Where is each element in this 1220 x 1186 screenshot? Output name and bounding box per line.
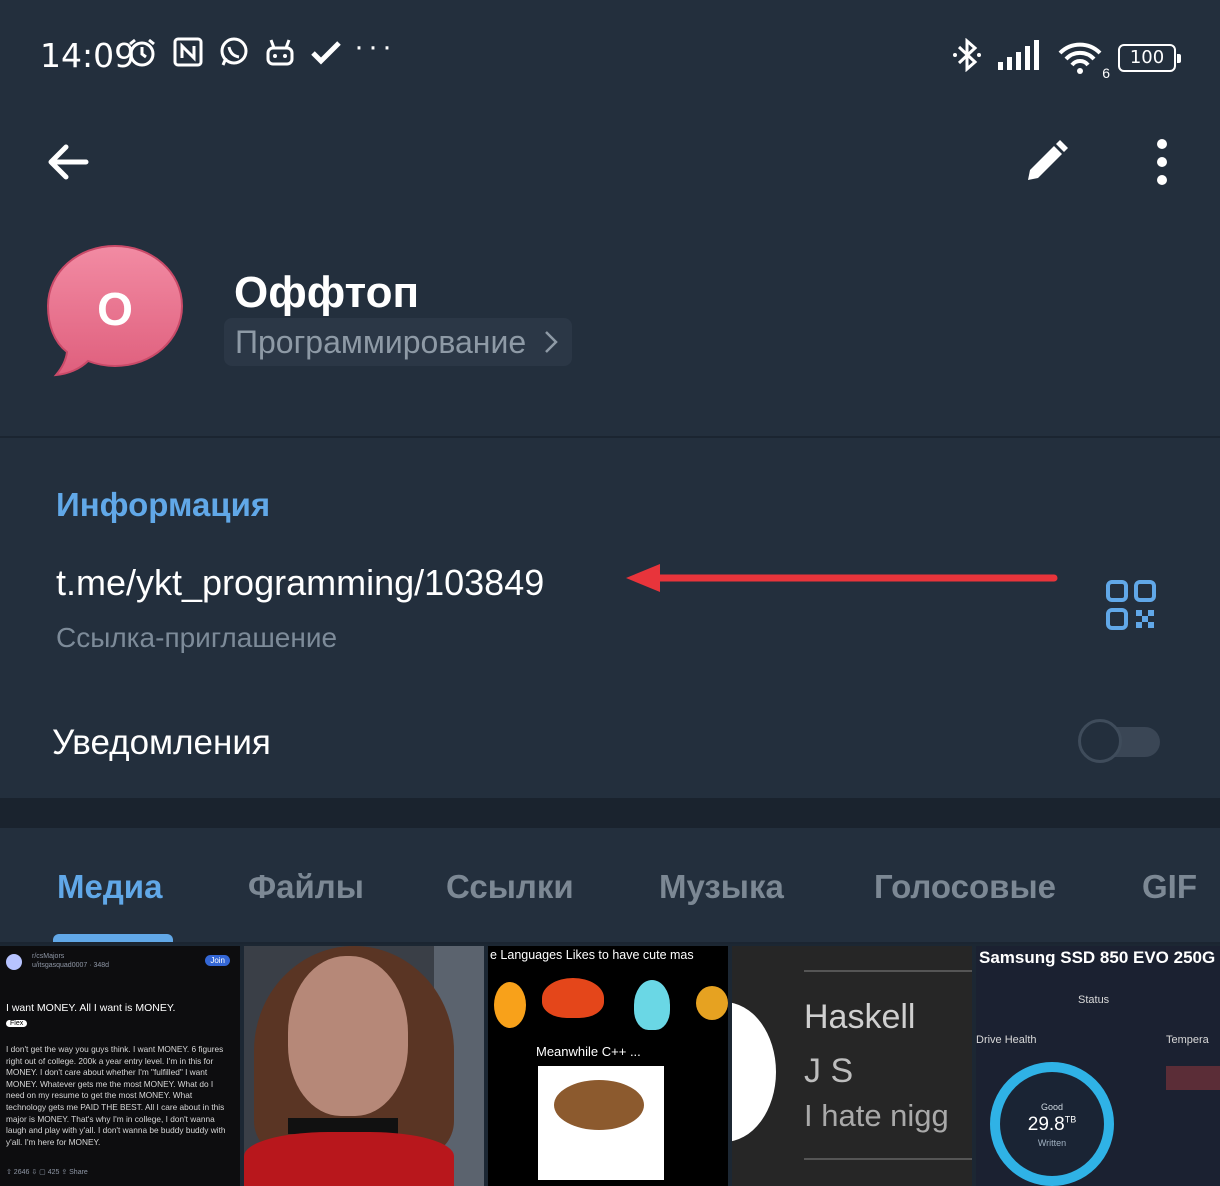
signal-icon	[998, 40, 1042, 75]
scratch-cat-icon	[494, 982, 526, 1028]
post-header: r/csMajors u/itsgasquad0007 · 348d Join	[6, 952, 234, 974]
go-gopher-icon	[634, 980, 670, 1030]
bot-icon	[264, 36, 296, 68]
rat-icon	[554, 1080, 644, 1130]
ssd-status-label: Status	[1078, 994, 1110, 1006]
meme-caption-mid: Meanwhile C++ ...	[536, 1044, 641, 1059]
post-subreddit: r/csMajors u/itsgasquad0007 · 348d	[32, 953, 110, 969]
join-badge: Join	[205, 955, 230, 966]
active-tab-indicator	[53, 934, 173, 942]
tab-links[interactable]: Ссылки	[446, 868, 574, 906]
post-flair: Flex	[6, 1020, 28, 1027]
ssd-title: Samsung SSD 850 EVO 250G	[979, 948, 1216, 967]
more-options-button[interactable]	[1134, 134, 1190, 190]
info-heading: Информация	[56, 486, 271, 523]
toggle-knob	[1078, 719, 1122, 763]
category-chip[interactable]: Программирование	[224, 318, 573, 366]
ssd-written-value: 29.8TB	[1027, 1114, 1077, 1135]
ssd-temperature: Tempera	[1166, 1034, 1209, 1046]
media-thumb[interactable]	[244, 946, 484, 1186]
logo-circle	[732, 1002, 776, 1142]
edit-button[interactable]	[1018, 134, 1074, 190]
invite-link[interactable]: t.me/ykt_programming/103849	[56, 562, 544, 604]
media-thumb[interactable]: r/csMajors u/itsgasquad0007 · 348d Join …	[0, 946, 240, 1186]
media-grid: r/csMajors u/itsgasquad0007 · 348d Join …	[0, 946, 1220, 1186]
tab-voice[interactable]: Голосовые	[874, 868, 1056, 906]
post-title: I want MONEY. All I want is MONEY.	[6, 1002, 176, 1014]
meme-line-1: Haskell	[804, 998, 916, 1036]
status-icons-right: 6 100	[952, 37, 1181, 81]
status-time: 14:09	[40, 36, 136, 75]
invite-link-caption: Ссылка-приглашение	[56, 622, 338, 653]
nfc-icon	[172, 36, 204, 68]
back-button[interactable]	[40, 134, 96, 190]
post-footer: ⇧ 2646 ⇩ ▢ 425 ⇪ Share	[6, 1169, 88, 1176]
tab-media[interactable]: Медиа	[57, 868, 162, 906]
media-thumb[interactable]: Samsung SSD 850 EVO 250G Status Drive He…	[976, 946, 1220, 1186]
more-vertical-icon	[1157, 139, 1167, 185]
tab-music[interactable]: Музыка	[659, 868, 784, 906]
battery-indicator: 100	[1118, 43, 1181, 72]
subreddit-avatar	[6, 954, 22, 970]
ssd-good-label: Good	[1040, 1102, 1064, 1112]
bluetooth-icon	[952, 37, 982, 77]
media-thumb[interactable]: Haskell J S I hate nigg	[732, 946, 972, 1186]
qr-code-icon	[1106, 580, 1156, 630]
ssd-drive-health: Drive Health	[976, 1034, 1037, 1046]
rust-crab-icon	[542, 978, 604, 1018]
meme-card	[538, 1066, 664, 1180]
annotation-arrow	[626, 564, 1058, 592]
media-tabs: Медиа Файлы Ссылки Музыка Голосовые GIF	[0, 828, 1220, 944]
photo-face	[288, 956, 408, 1116]
alarm-icon	[126, 36, 158, 68]
tab-files[interactable]: Файлы	[248, 868, 364, 906]
group-title: Оффтоп	[234, 268, 420, 317]
group-avatar[interactable]: O	[44, 242, 186, 382]
notifications-toggle[interactable]	[1078, 718, 1160, 764]
status-more-dots: ···	[354, 30, 396, 63]
media-thumb[interactable]: e Languages Likes to have cute mas Meanw…	[488, 946, 728, 1186]
fox-icon	[696, 986, 728, 1020]
meme-line-2: J S	[804, 1052, 854, 1090]
ssd-health-gauge: Good 29.8TB Written	[990, 1062, 1114, 1186]
avatar-letter: O	[97, 283, 133, 335]
wifi-badge: 6	[1102, 64, 1110, 81]
tab-gif[interactable]: GIF	[1142, 868, 1197, 906]
status-icons-left	[126, 36, 342, 68]
pencil-icon	[1028, 140, 1068, 180]
section-divider	[0, 798, 1220, 828]
status-bar: 14:09 ··· 6 100	[0, 0, 1220, 110]
whatsapp-icon	[218, 36, 250, 68]
profile-header: O Оффтоп Программирование	[0, 110, 1220, 436]
category-label: Программирование	[235, 324, 527, 360]
meme-line-3: I hate nigg	[804, 1098, 949, 1133]
notifications-label: Уведомления	[52, 723, 271, 762]
back-arrow-icon	[48, 144, 89, 180]
info-section: Информация t.me/ykt_programming/103849 С…	[0, 436, 1220, 798]
meme-caption-top: e Languages Likes to have cute mas	[490, 948, 694, 962]
post-body: I don't get the way you guys think. I wa…	[6, 1044, 226, 1147]
ssd-written-label: Written	[1037, 1138, 1067, 1148]
chevron-right-icon	[545, 331, 558, 353]
qr-code-button[interactable]	[1104, 578, 1160, 634]
wifi-icon: 6	[1058, 41, 1110, 81]
done-icon	[310, 36, 342, 68]
